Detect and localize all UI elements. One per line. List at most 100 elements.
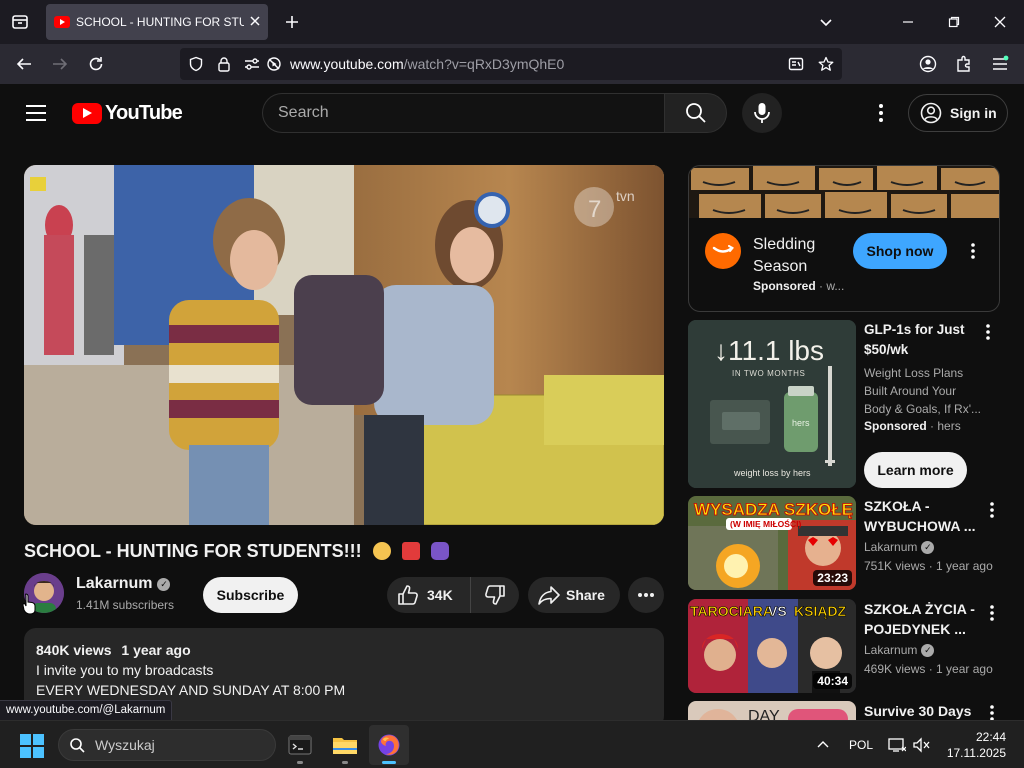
thumb-text: WYSADZA SZKOŁĘ — [694, 500, 853, 519]
thumb-text-right: KSIĄDZ — [794, 603, 847, 619]
sign-in-button[interactable]: Sign in — [908, 94, 1008, 132]
search-input[interactable] — [263, 94, 664, 132]
bookmark-button[interactable] — [814, 52, 838, 76]
dislike-button[interactable] — [471, 577, 519, 613]
shop-now-button[interactable]: Shop now — [853, 233, 947, 269]
related-channel[interactable]: Lakarnum ✓ — [864, 643, 935, 657]
windows-icon-pane — [33, 747, 44, 758]
taskbar-clock[interactable]: 22:44 17.11.2025 — [944, 729, 1006, 761]
back-icon — [16, 58, 31, 70]
related-video-item[interactable]: WYSADZA SZKOŁĘ (W IMIĘ MIŁOŚCI) 23:23 SZ… — [688, 496, 1008, 592]
related-video-item[interactable]: DAY Survive 30 Days — [688, 701, 1008, 720]
youtube-play-icon — [72, 103, 102, 124]
baby-emoji-icon — [372, 542, 391, 560]
account-button[interactable] — [914, 50, 942, 78]
learn-more-button[interactable]: Learn more — [864, 452, 967, 488]
clock-date: 17.11.2025 — [946, 746, 1006, 760]
hamburger-icon — [26, 105, 46, 107]
related-thumbnail[interactable]: WYSADZA SZKOŁĘ (W IMIĘ MIŁOŚCI) 23:23 — [688, 496, 856, 590]
svg-text:7: 7 — [588, 196, 601, 223]
reader-icon — [788, 57, 804, 71]
tab-title: SCHOOL - HUNTING FOR STUDENTS!!! — [76, 15, 244, 29]
ad-sponsor-line: Sponsored · w... — [753, 279, 845, 293]
promo-bottle-label: hers — [792, 418, 810, 428]
ad-more-button[interactable] — [963, 239, 983, 263]
related-more-button[interactable] — [982, 601, 1002, 625]
volume-muted-icon — [913, 737, 930, 753]
taskbar-terminal[interactable] — [280, 725, 320, 765]
related-more-button[interactable] — [982, 701, 1002, 720]
app-menu-button[interactable] — [986, 50, 1014, 78]
forward-icon — [53, 58, 68, 70]
related-thumbnail[interactable]: DAY — [688, 701, 856, 720]
promoted-more-button[interactable] — [978, 320, 998, 344]
hamburger-line — [26, 112, 46, 114]
close-tab-button[interactable] — [250, 13, 260, 31]
description-meta: 840K views 1 year ago — [36, 640, 652, 660]
site-security-button[interactable] — [212, 52, 236, 76]
channel-name[interactable]: Lakarnum ✓ — [76, 575, 171, 593]
tvn-watermark: tvn — [616, 188, 635, 204]
subscribe-button[interactable]: Subscribe — [203, 577, 298, 613]
promoted-thumbnail[interactable]: ↓11.1 lbs IN TWO MONTHS hers weight loss… — [688, 320, 856, 488]
companion-ad[interactable]: Sledding Season Sponsored · w... Shop no… — [688, 165, 1000, 312]
autoplay-blocked-button[interactable] — [262, 52, 286, 76]
address-bar[interactable]: www.youtube.com/watch?v=qRxD3ymQhE0 — [180, 48, 842, 80]
more-actions-button[interactable] — [628, 577, 664, 613]
list-all-tabs-button[interactable] — [812, 8, 840, 36]
permissions-button[interactable] — [240, 52, 264, 76]
thumb-text: DAY — [748, 708, 780, 720]
shield-icon — [189, 56, 203, 72]
taskbar-search[interactable]: Wyszukaj — [58, 729, 276, 761]
video-player[interactable]: 7 tvn — [24, 165, 664, 525]
back-button[interactable] — [10, 50, 38, 78]
like-button[interactable]: 34K — [387, 577, 471, 613]
tab-list-icon — [12, 15, 28, 29]
subscriber-count: 1.41M subscribers — [76, 598, 175, 612]
related-more-button[interactable] — [982, 498, 1002, 522]
start-button[interactable] — [20, 734, 44, 758]
sign-in-label: Sign in — [950, 105, 997, 121]
reload-button[interactable] — [82, 50, 110, 78]
related-title: Survive 30 Days — [864, 703, 972, 719]
share-button[interactable]: Share — [528, 577, 620, 613]
settings-more-button[interactable] — [866, 97, 896, 129]
maximize-button[interactable] — [940, 8, 968, 36]
related-channel[interactable]: Lakarnum ✓ — [864, 540, 935, 554]
more-horizontal-icon — [638, 593, 654, 597]
voice-search-button[interactable] — [742, 93, 782, 133]
minimize-button[interactable] — [894, 8, 922, 36]
promoted-thumbnail-image: ↓11.1 lbs IN TWO MONTHS hers weight loss… — [688, 320, 856, 488]
forward-button[interactable] — [46, 50, 74, 78]
related-channel-name: Lakarnum — [864, 643, 918, 657]
view-count: 840K views — [36, 642, 112, 658]
firefox-icon — [378, 734, 400, 756]
close-window-button[interactable] — [986, 8, 1014, 36]
ad-advertiser: w... — [826, 279, 845, 293]
tab-list-button[interactable] — [6, 8, 34, 36]
promoted-video-item[interactable]: ↓11.1 lbs IN TWO MONTHS hers weight loss… — [688, 320, 1008, 490]
search-icon — [685, 103, 706, 123]
language-indicator[interactable]: POL — [844, 733, 878, 757]
video-duration: 23:23 — [813, 570, 852, 586]
network-volume-button[interactable] — [886, 733, 932, 757]
description-line-1: I invite you to my broadcasts — [36, 662, 214, 678]
guide-menu-button[interactable] — [20, 97, 52, 129]
browser-tab-active[interactable]: SCHOOL - HUNTING FOR STUDENTS!!! — [46, 4, 268, 40]
reader-view-button[interactable] — [784, 52, 808, 76]
new-tab-button[interactable] — [278, 8, 306, 36]
extensions-button[interactable] — [950, 50, 978, 78]
related-meta: 751K views · 1 year ago — [864, 559, 993, 573]
more-icon — [879, 104, 883, 122]
tracking-protection-button[interactable] — [184, 52, 208, 76]
related-thumbnail[interactable]: TAROCIARA VS KSIĄDZ 40:34 — [688, 599, 856, 693]
search-button[interactable] — [664, 93, 727, 133]
show-hidden-icons-button[interactable] — [812, 733, 834, 757]
youtube-logo[interactable]: YouTube — [72, 102, 183, 125]
taskbar-file-explorer[interactable] — [325, 725, 365, 765]
related-video-item[interactable]: TAROCIARA VS KSIĄDZ 40:34 SZKOŁA ŻYCIA -… — [688, 599, 1008, 695]
more-icon — [986, 324, 990, 340]
taskbar-firefox[interactable] — [369, 725, 409, 765]
related-channel-name: Lakarnum — [864, 540, 918, 554]
url-text[interactable]: www.youtube.com/watch?v=qRxD3ymQhE0 — [290, 56, 564, 72]
